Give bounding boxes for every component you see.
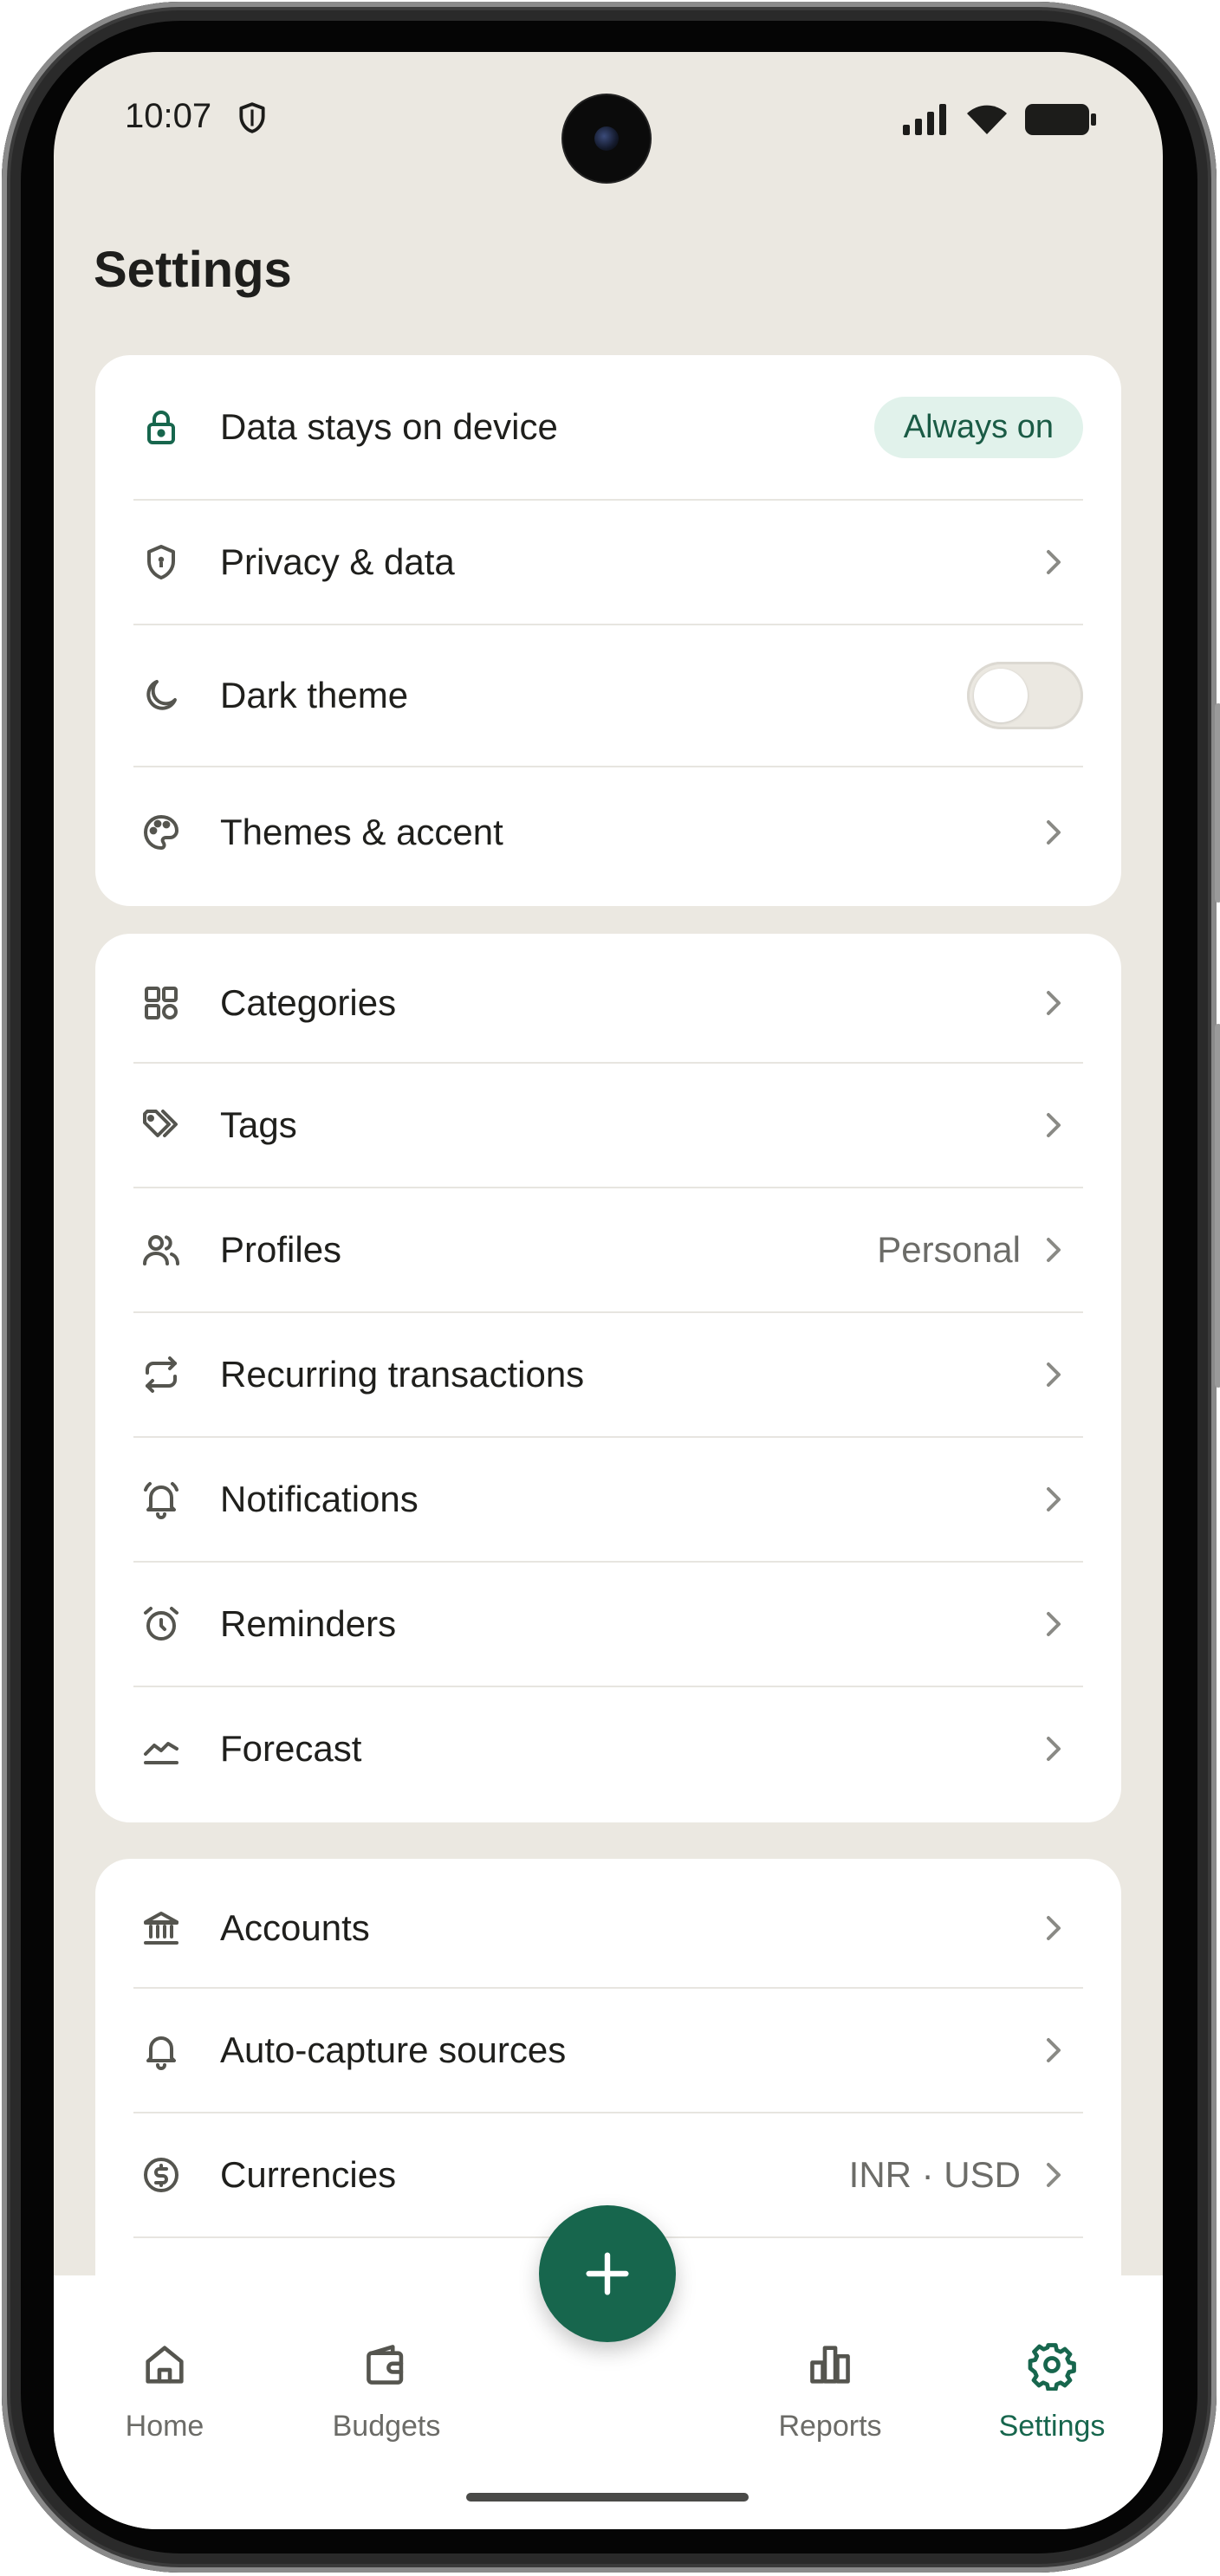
chevron-right-icon (1038, 1359, 1069, 1390)
row-dark-theme[interactable]: Dark theme (133, 625, 1083, 766)
row-label: Auto-capture sources (220, 2029, 567, 2070)
tags-icon (139, 1103, 184, 1148)
screen: 10:07 Settings Data stays on device Alwa… (54, 52, 1163, 2529)
chevron-right-icon (1038, 1110, 1069, 1141)
row-themes-accent[interactable]: Themes & accent (133, 767, 1083, 897)
row-label: Tags (220, 1104, 297, 1145)
nav-home[interactable]: Home (69, 2339, 260, 2443)
dark-theme-toggle[interactable] (967, 662, 1083, 729)
nav-label: Reports (778, 2410, 882, 2443)
row-value: Personal (877, 1229, 1021, 1270)
users-icon (139, 1227, 184, 1272)
nav-settings[interactable]: Settings (957, 2339, 1147, 2443)
row-label: Data stays on device (220, 406, 558, 447)
chevron-right-icon (1038, 1484, 1069, 1515)
wifi-icon (965, 103, 1009, 136)
settings-card-organize: Categories Tags Profiles Personal Recurr… (95, 934, 1121, 1822)
nav-reports[interactable]: Reports (735, 2339, 925, 2443)
row-label: Forecast (220, 1728, 362, 1769)
row-profiles[interactable]: Profiles Personal (133, 1188, 1083, 1311)
palette-icon (139, 810, 184, 855)
bar-chart-icon (804, 2339, 856, 2391)
chevron-right-icon (1038, 2159, 1069, 2191)
row-categories[interactable]: Categories (133, 944, 1083, 1062)
row-label: Notifications (220, 1479, 419, 1519)
repeat-icon (139, 1352, 184, 1397)
row-label: Recurring transactions (220, 1354, 585, 1395)
row-data-stays-on-device: Data stays on device Always on (133, 390, 1083, 464)
chevron-right-icon (1038, 817, 1069, 848)
gear-icon (1026, 2339, 1078, 2391)
row-accounts[interactable]: Accounts (133, 1869, 1083, 1987)
front-camera (563, 95, 650, 182)
row-label: Currencies (220, 2154, 397, 2195)
chevron-right-icon (1038, 2035, 1069, 2066)
row-notifications[interactable]: Notifications (133, 1438, 1083, 1561)
lock-icon (139, 405, 184, 450)
plus-icon (580, 2246, 635, 2301)
nav-budgets[interactable]: Budgets (291, 2339, 482, 2443)
always-on-badge: Always on (873, 396, 1083, 458)
row-recurring[interactable]: Recurring transactions (133, 1313, 1083, 1436)
row-auto-capture[interactable]: Auto-capture sources (133, 1989, 1083, 2112)
volume-button (1215, 1024, 1220, 1388)
settings-card-general: Data stays on device Always on Privacy &… (95, 355, 1121, 906)
add-transaction-fab[interactable] (539, 2205, 676, 2342)
status-bar: 10:07 (54, 52, 1163, 191)
bell-ring-icon (139, 1477, 184, 1522)
signal-icon (903, 104, 950, 135)
nav-label: Budgets (332, 2410, 441, 2443)
status-time: 10:07 (125, 97, 212, 135)
row-label: Themes & accent (220, 812, 503, 852)
page-title: Settings (94, 242, 292, 298)
row-label: Privacy & data (220, 541, 455, 582)
chevron-right-icon (1038, 1608, 1069, 1640)
status-right (903, 102, 1097, 137)
bell-icon (139, 2028, 184, 2073)
wallet-icon (360, 2339, 412, 2391)
shield-icon (139, 540, 184, 585)
chevron-right-icon (1038, 1234, 1069, 1265)
chevron-right-icon (1038, 547, 1069, 578)
dollar-circle-icon (139, 2152, 184, 2197)
row-privacy-data[interactable]: Privacy & data (133, 501, 1083, 624)
row-label: Reminders (220, 1603, 397, 1644)
row-forecast[interactable]: Forecast (133, 1687, 1083, 1810)
home-icon (139, 2339, 191, 2391)
power-button (1215, 703, 1220, 903)
chevron-right-icon (1038, 1733, 1069, 1764)
row-value: INR · USD (848, 2154, 1021, 2195)
home-indicator (466, 2493, 749, 2502)
row-label: Accounts (220, 1907, 370, 1948)
row-label: Categories (220, 982, 397, 1023)
chevron-right-icon (1038, 1913, 1069, 1944)
bank-icon (139, 1906, 184, 1951)
row-label: Profiles (220, 1229, 342, 1270)
alarm-icon (139, 1602, 184, 1647)
moon-icon (139, 673, 184, 718)
grid-icon (139, 981, 184, 1026)
row-reminders[interactable]: Reminders (133, 1563, 1083, 1686)
chart-line-icon (139, 1726, 184, 1771)
row-label: Dark theme (220, 675, 409, 715)
chevron-right-icon (1038, 987, 1069, 1019)
nav-label: Home (125, 2410, 204, 2443)
shield-status-icon (236, 100, 269, 135)
battery-icon (1024, 102, 1097, 137)
row-tags[interactable]: Tags (133, 1064, 1083, 1187)
nav-label: Settings (998, 2410, 1106, 2443)
